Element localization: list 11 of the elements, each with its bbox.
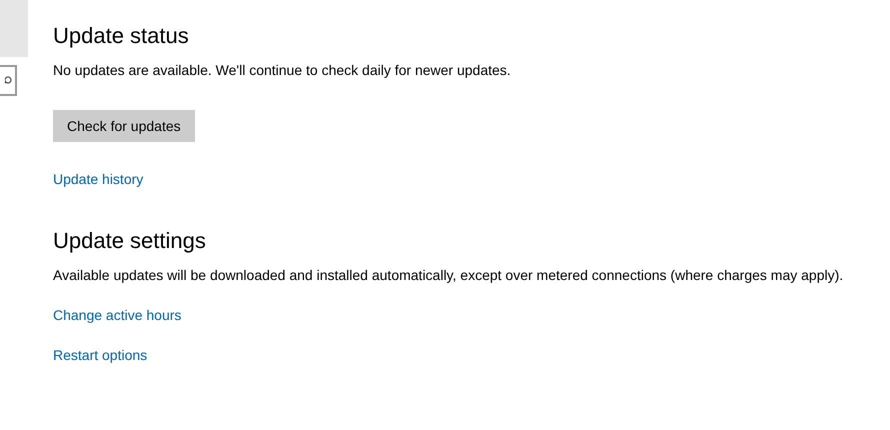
search-field[interactable] [0, 65, 17, 96]
settings-message: Available updates will be downloaded and installed automatically, except over metered connections (where charges may apply). [53, 266, 844, 285]
settings-link[interactable]: Restart options [53, 345, 148, 365]
search-icon [5, 76, 13, 86]
settings-link[interactable]: Change active hours [53, 305, 182, 325]
section-heading: Update settings [53, 227, 206, 255]
sidebar-header-background [0, 0, 28, 57]
update-history-link[interactable]: Update history [53, 169, 144, 189]
status-message: No updates are available. We'll continue to check daily for newer updates. [53, 61, 511, 80]
check-updates-button[interactable]: Check for updates [53, 110, 195, 142]
section-heading: Update status [53, 22, 189, 50]
